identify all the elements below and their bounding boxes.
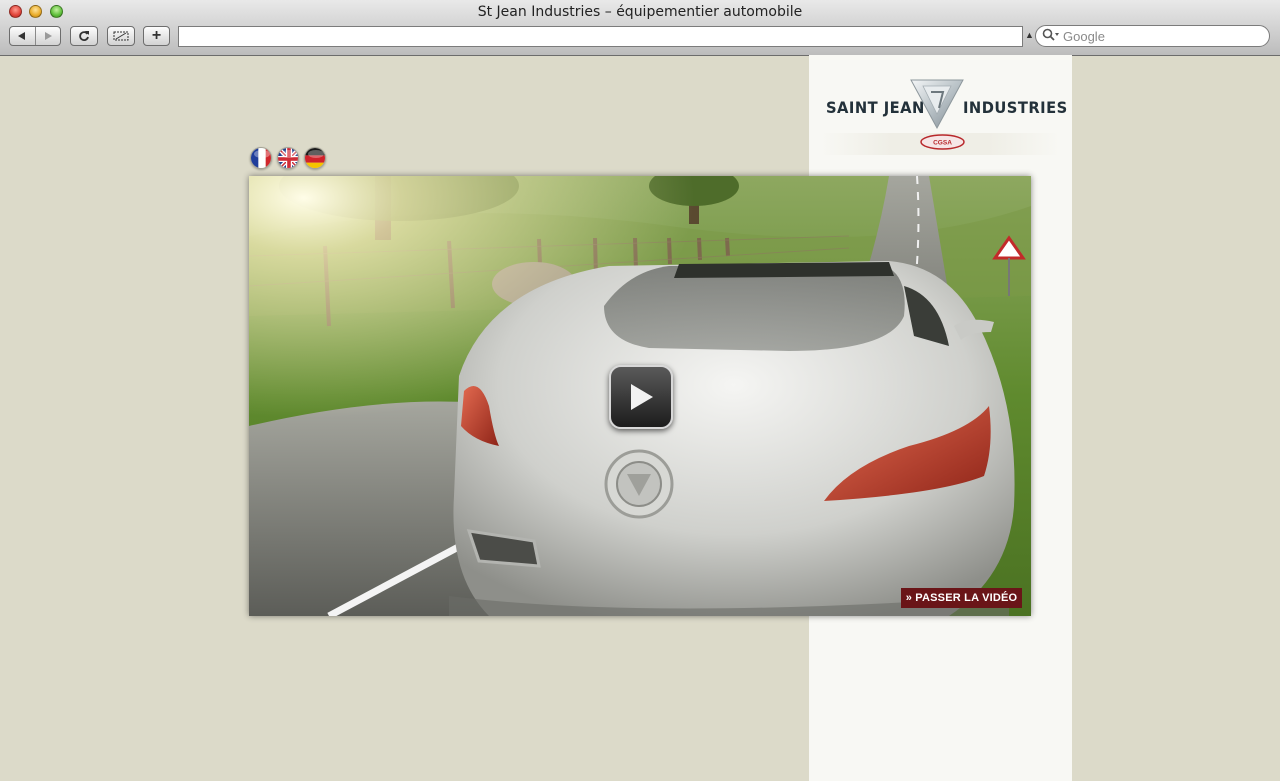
title-bar: St Jean Industries – équipementier autom… xyxy=(0,0,1280,22)
language-selector xyxy=(250,147,326,169)
window-title: St Jean Industries – équipementier autom… xyxy=(477,4,803,20)
france-flag-icon xyxy=(251,148,271,168)
language-en-button[interactable] xyxy=(277,147,299,169)
reload-icon xyxy=(79,31,89,41)
back-arrow-icon xyxy=(18,32,26,40)
address-field[interactable] xyxy=(178,26,1023,47)
add-bookmark-button[interactable]: + xyxy=(143,26,170,46)
web-clip-icon xyxy=(113,31,129,41)
sji-emblem-icon xyxy=(910,79,964,130)
search-field[interactable]: Google xyxy=(1035,25,1270,47)
play-icon xyxy=(631,384,653,410)
subbrand-label: CGSA xyxy=(933,140,952,147)
browser-toolbar: St Jean Industries – équipementier autom… xyxy=(0,0,1280,56)
forward-button[interactable] xyxy=(36,27,61,45)
address-dropdown-icon[interactable]: ▲ xyxy=(1025,30,1034,40)
play-button[interactable] xyxy=(609,365,673,429)
language-fr-button[interactable] xyxy=(250,147,272,169)
uk-flag-icon xyxy=(278,148,298,168)
skip-video-button[interactable]: » PASSER LA VIDÉO xyxy=(901,588,1022,608)
logo-text-right: INDUSTRIES xyxy=(963,98,1068,117)
germany-flag-icon xyxy=(305,148,325,168)
search-placeholder: Google xyxy=(1063,29,1105,44)
web-clip-button[interactable] xyxy=(107,26,135,46)
forward-arrow-icon xyxy=(44,32,52,40)
language-de-button[interactable] xyxy=(304,147,326,169)
saint-jean-industries-logo[interactable]: SAINT JEAN INDUSTRIES CGSA xyxy=(820,75,1067,160)
back-button[interactable] xyxy=(10,27,36,45)
search-icon xyxy=(1042,28,1060,45)
subbrand-badge: CGSA xyxy=(920,134,965,150)
navigation-buttons xyxy=(9,26,61,46)
reload-button[interactable] xyxy=(70,26,98,46)
